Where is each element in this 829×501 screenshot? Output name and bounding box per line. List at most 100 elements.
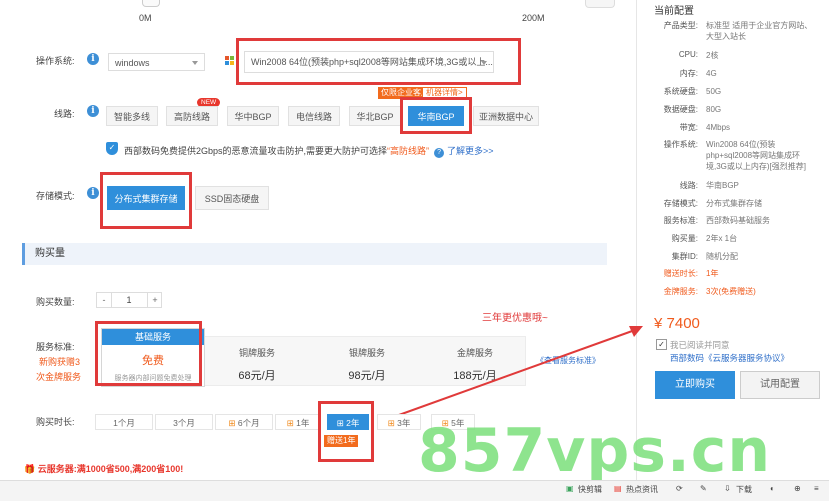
windows-icon — [225, 56, 235, 66]
duration-option-3y[interactable]: ⊞ 3年 — [377, 414, 421, 430]
taskbar-item-video-edit[interactable]: 快剪辑 — [578, 484, 602, 495]
config-row: 产品类型: 标准型 适用于企业官方网站、大型入站长 — [648, 20, 818, 44]
gift-icon: ⊞ — [387, 418, 398, 428]
line-option-smart[interactable]: 智能多线 — [106, 106, 158, 126]
news-icon[interactable]: ▤ — [614, 484, 622, 493]
config-value: 2年x 1台 — [706, 234, 738, 243]
slider-end-cap — [585, 0, 615, 8]
ddos-notice: 西部数码免费提供2Gbps的恶意流量攻击防护,需要更大防护可选择“高防线路”? 了… — [124, 144, 494, 158]
taskbar-item-news[interactable]: 热点资讯 — [626, 484, 658, 495]
config-panel-title: 当前配置 — [654, 6, 694, 17]
question-icon[interactable]: ? — [434, 148, 445, 158]
config-value: 标准型 适用于企业官方网站、大型入站长 — [706, 21, 813, 41]
zoom-icon[interactable]: ⊕ — [794, 484, 801, 493]
service-side-note-2: 次金牌服务 — [36, 372, 82, 382]
config-key: 金牌服务: — [663, 287, 698, 296]
quantity-plus-button[interactable]: + — [147, 293, 162, 307]
duration-option-3m[interactable]: 3个月 — [155, 414, 213, 430]
chevron-down-icon — [192, 61, 198, 65]
info-icon[interactable]: i — [87, 105, 99, 117]
config-key: 服务标准: — [663, 216, 698, 225]
taskbar: ▣ 快剪辑 ▤ 热点资讯 ⟳ ✎ ⇩ 下载 ◐ ⊕ ≡ — [0, 480, 829, 501]
storage-label: 存储模式: — [36, 191, 75, 201]
config-key: 集群ID: — [671, 252, 698, 261]
config-key: 系统硬盘: — [663, 87, 698, 96]
line-option-telecom[interactable]: 电信线路 — [288, 106, 340, 126]
ddos-notice-link[interactable]: “高防线路” — [387, 146, 429, 156]
slider-handle[interactable] — [142, 0, 160, 7]
config-value: 3次(免费赠送) — [706, 287, 756, 296]
config-value: 西部数码基础服务 — [706, 216, 770, 225]
duration-option-label: 6个月 — [237, 418, 260, 428]
gift-icon: ⊞ — [286, 418, 297, 428]
config-value: 2核 — [706, 51, 719, 60]
annotation-box-duration — [318, 401, 374, 462]
slider-min-label: 0M — [139, 13, 152, 23]
refresh-icon[interactable]: ⟳ — [676, 484, 683, 493]
taskbar-left-region — [0, 481, 300, 501]
storage-option-ssd[interactable]: SSD固态硬盘 — [195, 186, 269, 210]
tools-icon[interactable]: ✎ — [700, 484, 707, 493]
duration-label: 购买时长: — [36, 417, 75, 427]
shield-icon: ✓ — [106, 142, 118, 155]
video-edit-icon[interactable]: ▣ — [566, 484, 574, 493]
taskbar-item-download[interactable]: 下载 — [736, 484, 752, 495]
config-value: 4Mbps — [706, 123, 731, 132]
annotation-box-storage — [100, 172, 192, 229]
config-value: 随机分配 — [706, 252, 738, 261]
config-value: 1年 — [706, 269, 719, 278]
duration-option-1y[interactable]: ⊞ 1年 — [275, 414, 321, 430]
line-option-ddos[interactable]: 高防线路 — [166, 106, 218, 126]
info-icon[interactable]: i — [87, 53, 99, 65]
ddos-notice-text: 西部数码免费提供2Gbps的恶意流量攻击防护,需要更大防护可选择 — [124, 146, 388, 156]
duration-option-label: 1年 — [296, 418, 310, 428]
learn-more-link[interactable]: 了解更多>> — [447, 146, 494, 156]
quantity-stepper[interactable]: - 1 + — [96, 292, 162, 308]
promo-link-text: 机器详情> — [426, 88, 463, 97]
watermark: 857vps.cn — [418, 416, 772, 486]
duration-option-1m[interactable]: 1个月 — [95, 414, 153, 430]
try-config-button[interactable]: 试用配置 — [740, 371, 820, 399]
menu-icon[interactable]: ≡ — [814, 484, 819, 493]
duration-option-label: 3年 — [397, 418, 411, 428]
config-value: 50G — [706, 87, 722, 96]
line-option-central-bgp[interactable]: 华中BGP — [227, 106, 279, 126]
agree-checkbox[interactable]: ✓ — [656, 339, 667, 350]
buy-now-button[interactable]: 立即购买 — [655, 371, 735, 399]
config-key: 产品类型: — [663, 21, 698, 30]
config-value: Win2008 64位(预装php+sql2008等网站集成环境,3G或以上内存… — [706, 140, 807, 171]
info-icon[interactable]: i — [87, 187, 99, 199]
duration-option-6m[interactable]: ⊞ 6个月 — [215, 414, 273, 430]
quantity-label: 购买数量: — [36, 297, 75, 307]
purchase-section-header: 购买量 — [22, 243, 607, 265]
line-option-asia-dc[interactable]: 亚洲数据中心 — [473, 106, 539, 126]
download-icon[interactable]: ⇩ — [724, 484, 731, 493]
service-side-note-1: 新购获赠3 — [39, 357, 81, 367]
config-key: 操作系统: — [663, 140, 698, 149]
promo-banner-text: 云服务器:满1000省500,满200省100! — [37, 464, 184, 474]
config-value: 分布式集群存储 — [706, 199, 762, 208]
config-key: 带宽: — [679, 123, 698, 132]
purchase-section-title: 购买量 — [35, 248, 65, 259]
sound-icon[interactable]: ◐ — [770, 484, 775, 493]
agreement-link[interactable]: 西部数码《云服务器服务协议》 — [670, 352, 789, 364]
service-label: 服务标准: — [36, 342, 75, 352]
config-row: 操作系统: Win2008 64位(预装php+sql2008等网站集成环境,3… — [648, 139, 818, 175]
bandwidth-slider[interactable] — [140, 0, 540, 10]
quantity-minus-button[interactable]: - — [97, 293, 112, 307]
annotation-box-os — [236, 38, 521, 85]
os-type-select[interactable]: windows — [108, 53, 205, 71]
config-key: CPU: — [678, 50, 698, 59]
config-key: 赠送时长: — [663, 269, 698, 278]
service-option-bronze[interactable]: 铜牌服务 68元/月 — [226, 346, 288, 383]
service-tier-price: 68元/月 — [238, 370, 276, 382]
promo-banner[interactable]: 🎁 云服务器:满1000省500,满200省100! — [24, 462, 183, 475]
line-option-north-bgp[interactable]: 华北BGP — [349, 106, 401, 126]
config-key: 线路: — [679, 181, 698, 190]
config-value: 80G — [706, 105, 722, 114]
quantity-value[interactable]: 1 — [115, 293, 143, 307]
service-tier-name: 铜牌服务 — [238, 348, 275, 358]
total-price: ¥ 7400 — [654, 315, 700, 332]
os-type-value: windows — [115, 58, 150, 68]
config-key: 存储模式: — [663, 199, 698, 208]
